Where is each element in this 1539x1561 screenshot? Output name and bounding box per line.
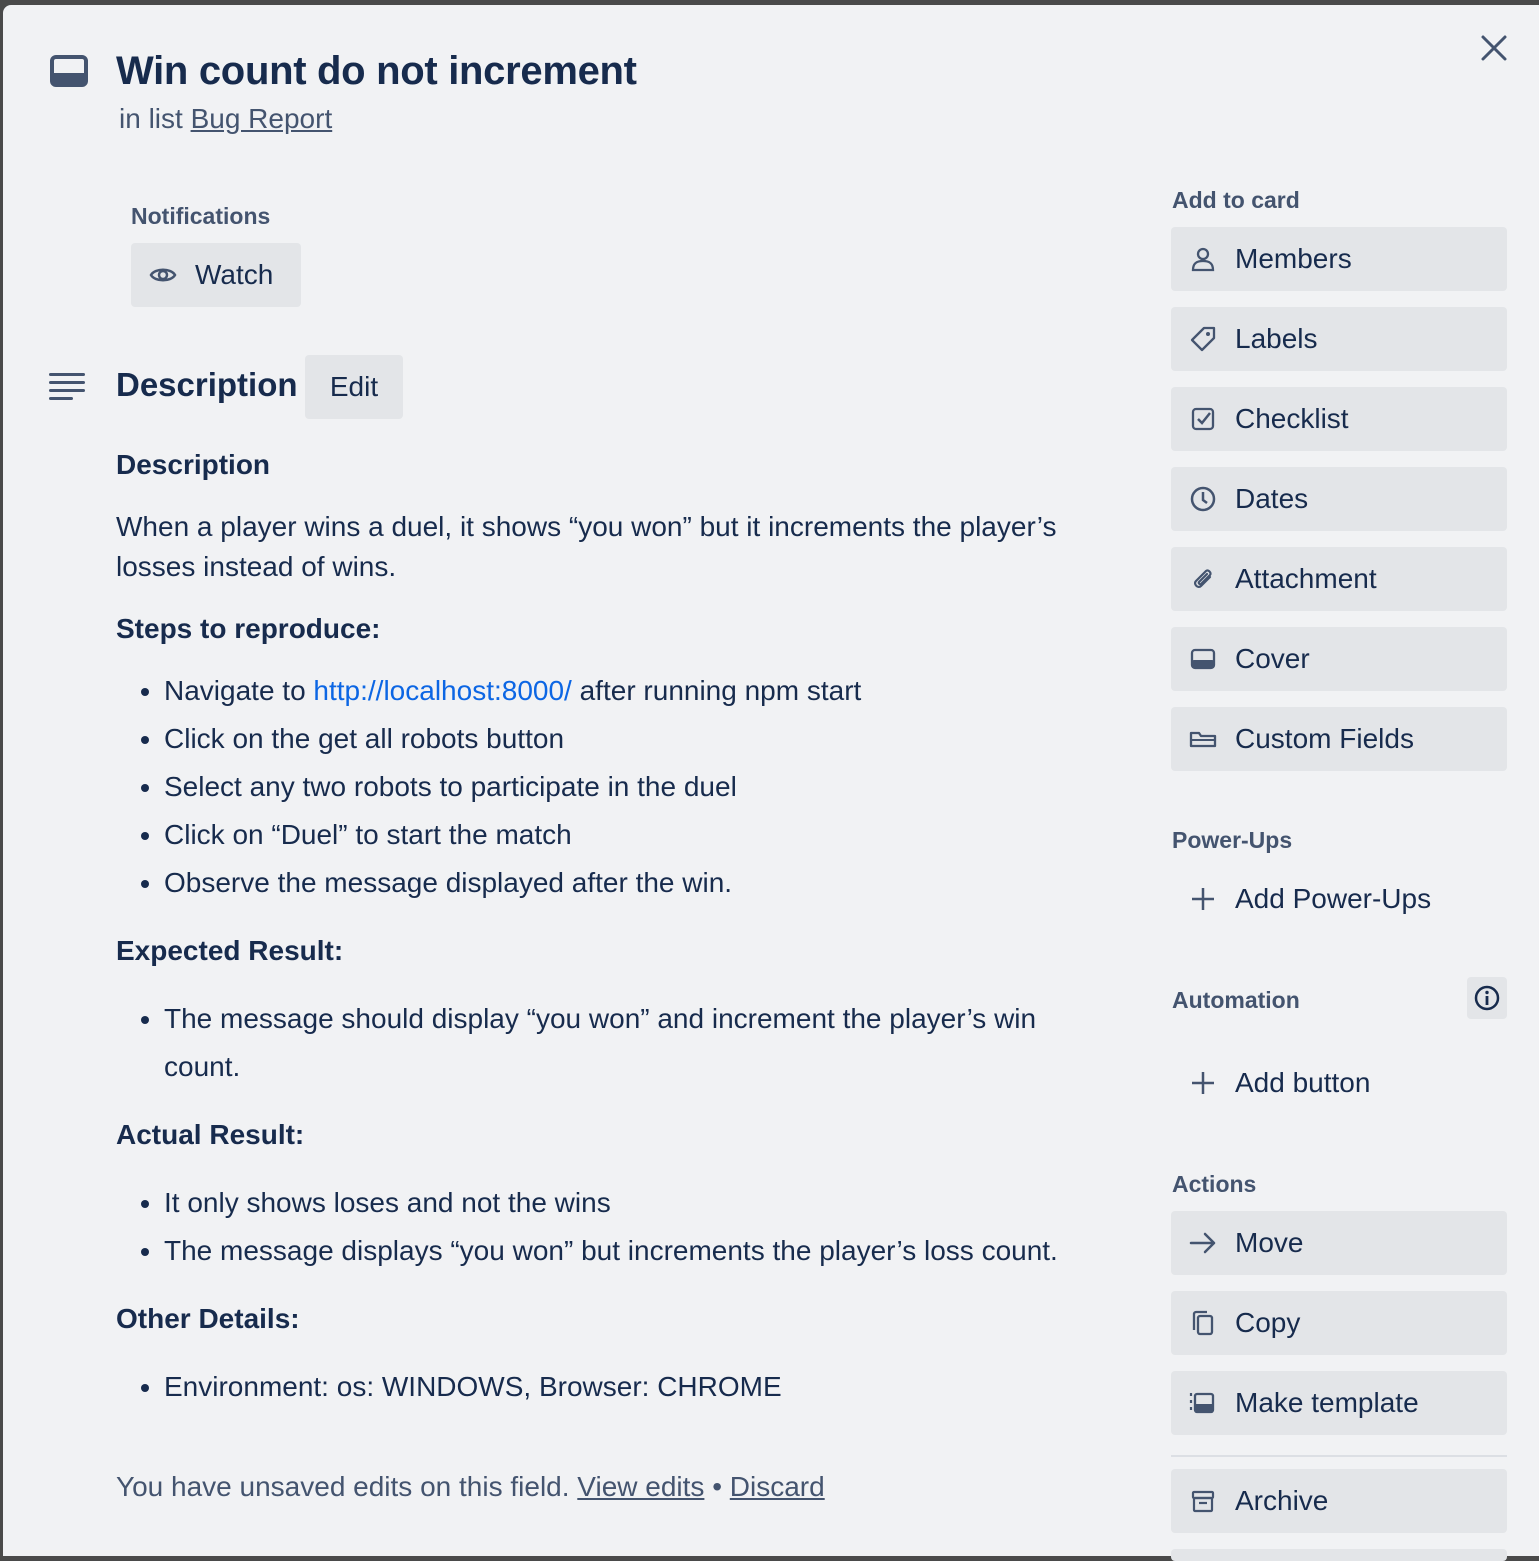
localhost-link[interactable]: http://localhost:8000/ [313,675,571,706]
list-item: The message should display “you won” and… [164,995,1084,1091]
description-heading: Description [116,366,298,403]
list-item: It only shows loses and not the wins [164,1179,1116,1227]
members-button[interactable]: Members [1171,227,1507,291]
cover-icon [1187,643,1219,675]
other-list: Environment: os: WINDOWS, Browser: CHROM… [116,1363,1116,1411]
list-item: The message displays “you won” but incre… [164,1227,1116,1275]
steps-list: Navigate to http://localhost:8000/ after… [116,667,1116,907]
edit-description-button[interactable]: Edit [305,355,403,419]
archive-button[interactable]: Archive [1171,1469,1507,1533]
view-edits-link[interactable]: View edits [577,1471,704,1502]
list-item: Environment: os: WINDOWS, Browser: CHROM… [164,1363,1116,1411]
description-content[interactable]: Description When a player wins a duel, i… [116,445,1116,1411]
checklist-button[interactable]: Checklist [1171,387,1507,451]
add-powerups-button[interactable]: Add Power-Ups [1171,867,1507,931]
plus-icon [1187,1067,1219,1099]
list-info: in list Bug Report [119,103,332,135]
steps-heading: Steps to reproduce: [116,613,381,644]
add-button-button[interactable]: Add button [1171,1051,1507,1115]
card-detail-modal: Win count do not increment in list Bug R… [3,5,1539,1561]
watch-label: Watch [195,259,274,290]
desc-subheading: Description [116,449,271,480]
discard-link[interactable]: Discard [730,1471,825,1502]
copy-icon [1187,1307,1219,1339]
plus-icon [1187,883,1219,915]
list-item: Select any two robots to participate in … [164,763,1116,811]
automation-info-button[interactable] [1467,977,1507,1019]
template-icon [1187,1387,1219,1419]
checkbox-icon [1187,403,1219,435]
tag-icon [1187,323,1219,355]
dates-button[interactable]: Dates [1171,467,1507,531]
actual-list: It only shows loses and not the wins The… [116,1179,1116,1275]
expected-list: The message should display “you won” and… [116,995,1116,1091]
list-link[interactable]: Bug Report [191,103,333,134]
notifications-label: Notifications [131,203,271,229]
clock-icon [1187,483,1219,515]
unsaved-notice: You have unsaved edits on this field. Vi… [116,1471,825,1502]
powerups-label: Power-Ups [1172,827,1293,853]
other-heading: Other Details: [116,1303,300,1334]
copy-button[interactable]: Copy [1171,1291,1507,1355]
actions-label: Actions [1172,1171,1257,1197]
share-button[interactable] [1171,1549,1507,1561]
list-prefix: in list [119,103,183,134]
list-item: Observe the message displayed after the … [164,859,1116,907]
expected-heading: Expected Result: [116,935,344,966]
eye-icon [149,268,177,282]
close-button[interactable] [1473,27,1515,69]
card-icon [50,55,88,87]
labels-button[interactable]: Labels [1171,307,1507,371]
sidebar-divider [1171,1455,1507,1457]
description-icon [49,373,85,400]
list-item: Navigate to http://localhost:8000/ after… [164,667,1116,715]
arrow-right-icon [1187,1227,1219,1259]
person-icon [1187,243,1219,275]
card-title[interactable]: Win count do not increment [116,43,637,99]
custom-fields-button[interactable]: Custom Fields [1171,707,1507,771]
desc-intro: When a player wins a duel, it shows “you… [116,511,1057,582]
close-icon [1481,35,1507,61]
attachment-button[interactable]: Attachment [1171,547,1507,611]
watch-button[interactable]: Watch [131,243,301,307]
archive-icon [1187,1485,1219,1517]
add-to-card-label: Add to card [1172,187,1300,213]
paperclip-icon [1187,563,1219,595]
info-icon [1474,985,1500,1011]
automation-label: Automation [1172,987,1300,1013]
custom-fields-icon [1187,723,1219,755]
list-item: Click on the get all robots button [164,715,1116,763]
actual-heading: Actual Result: [116,1119,305,1150]
cover-button[interactable]: Cover [1171,627,1507,691]
make-template-button[interactable]: Make template [1171,1371,1507,1435]
list-item: Click on “Duel” to start the match [164,811,1116,859]
move-button[interactable]: Move [1171,1211,1507,1275]
